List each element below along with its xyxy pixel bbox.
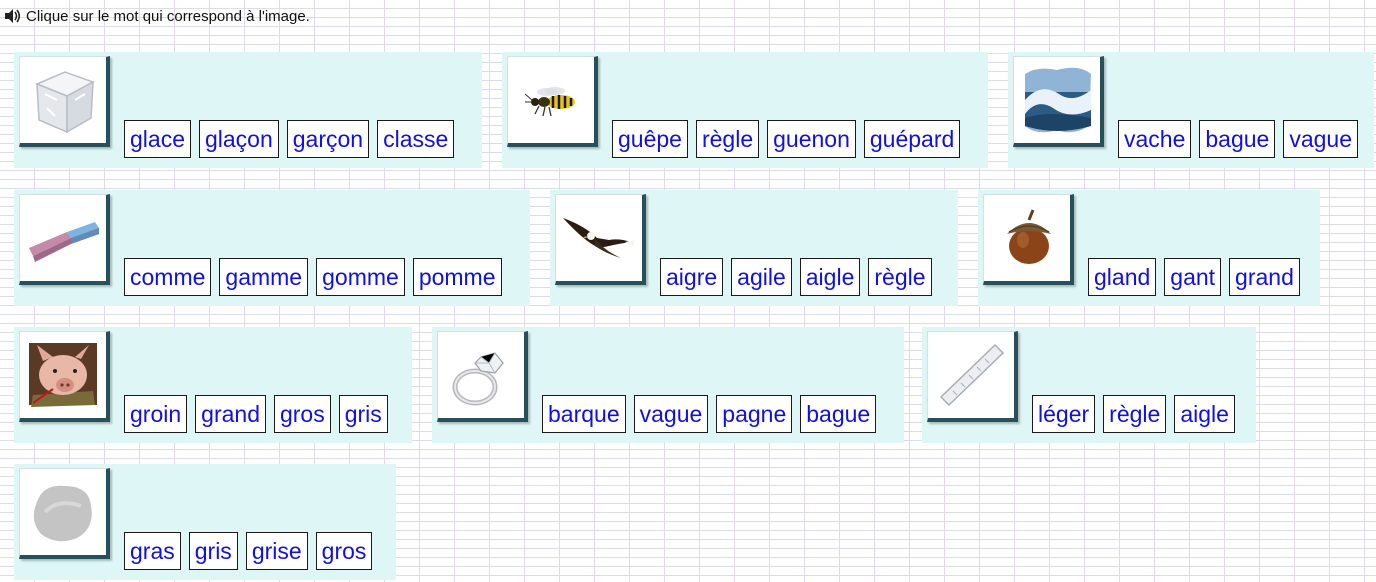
exercise-card: groin grand gros gris bbox=[14, 327, 412, 443]
word-option[interactable]: gris bbox=[188, 532, 238, 570]
word-option[interactable]: gland bbox=[1088, 258, 1157, 296]
ring-image bbox=[437, 331, 528, 422]
exercise-card: glace glaçon garçon classe bbox=[14, 52, 482, 168]
acorn-image bbox=[983, 194, 1074, 285]
word-option[interactable]: gras bbox=[124, 532, 181, 570]
word-option[interactable]: gant bbox=[1164, 258, 1222, 296]
word-option[interactable]: aigle bbox=[799, 258, 861, 296]
eraser-image bbox=[19, 194, 110, 285]
word-option[interactable]: guêpe bbox=[612, 120, 688, 158]
exercise-card: aigre agile aigle règle bbox=[550, 190, 958, 306]
ice-cube-image bbox=[19, 56, 110, 147]
exercise-card: gland gant grand bbox=[978, 190, 1320, 306]
word-option[interactable]: bague bbox=[800, 395, 877, 433]
word-option[interactable]: pagne bbox=[716, 395, 793, 433]
word-option[interactable]: comme bbox=[124, 258, 212, 296]
exercise-card: léger règle aigle bbox=[922, 327, 1256, 443]
word-option[interactable]: vache bbox=[1118, 120, 1192, 158]
word-option[interactable]: règle bbox=[1103, 395, 1167, 433]
exercise-card: guêpe règle guenon guépard bbox=[502, 52, 988, 168]
word-option[interactable]: aigle bbox=[1174, 395, 1235, 433]
word-option[interactable]: glaçon bbox=[198, 120, 279, 158]
word-option[interactable]: vague bbox=[633, 395, 709, 433]
word-option[interactable]: gros bbox=[273, 395, 331, 433]
ruler-image bbox=[927, 331, 1018, 422]
exercise-card: gras gris grise gros bbox=[14, 464, 396, 580]
speaker-icon[interactable] bbox=[4, 8, 22, 24]
word-option[interactable]: règle bbox=[868, 258, 932, 296]
exercise-card: comme gamme gomme pomme bbox=[14, 190, 530, 306]
word-option[interactable]: gris bbox=[338, 395, 388, 433]
word-option[interactable]: vague bbox=[1283, 120, 1359, 158]
wave-image bbox=[1013, 56, 1104, 147]
word-option[interactable]: classe bbox=[377, 120, 455, 158]
word-option[interactable]: aigre bbox=[660, 258, 724, 296]
word-option[interactable]: règle bbox=[695, 120, 760, 158]
word-option[interactable]: barque bbox=[542, 395, 626, 433]
instruction-text: Clique sur le mot qui correspond à l'ima… bbox=[26, 7, 310, 25]
word-option[interactable]: glace bbox=[124, 120, 191, 158]
instruction: Clique sur le mot qui correspond à l'ima… bbox=[4, 6, 310, 26]
word-option[interactable]: pomme bbox=[412, 258, 502, 296]
word-option[interactable]: guépard bbox=[863, 120, 961, 158]
word-option[interactable]: agile bbox=[731, 258, 792, 296]
word-option[interactable]: grise bbox=[245, 532, 308, 570]
wasp-image bbox=[507, 56, 598, 147]
word-option[interactable]: grand bbox=[1229, 258, 1300, 296]
grey-smudge-image bbox=[19, 468, 110, 559]
word-option[interactable]: léger bbox=[1032, 395, 1096, 433]
word-option[interactable]: gamme bbox=[219, 258, 309, 296]
word-option[interactable]: groin bbox=[124, 395, 188, 433]
word-option[interactable]: guenon bbox=[767, 120, 856, 158]
exercise-card: vache bague vague bbox=[1008, 52, 1374, 168]
word-option[interactable]: gomme bbox=[316, 258, 405, 296]
word-option[interactable]: grand bbox=[195, 395, 266, 433]
word-option[interactable]: garçon bbox=[286, 120, 370, 158]
eagle-image bbox=[555, 194, 646, 285]
pig-image bbox=[19, 331, 110, 422]
word-option[interactable]: gros bbox=[315, 532, 373, 570]
word-option[interactable]: bague bbox=[1199, 120, 1276, 158]
exercise-card: barque vague pagne bague bbox=[432, 327, 904, 443]
